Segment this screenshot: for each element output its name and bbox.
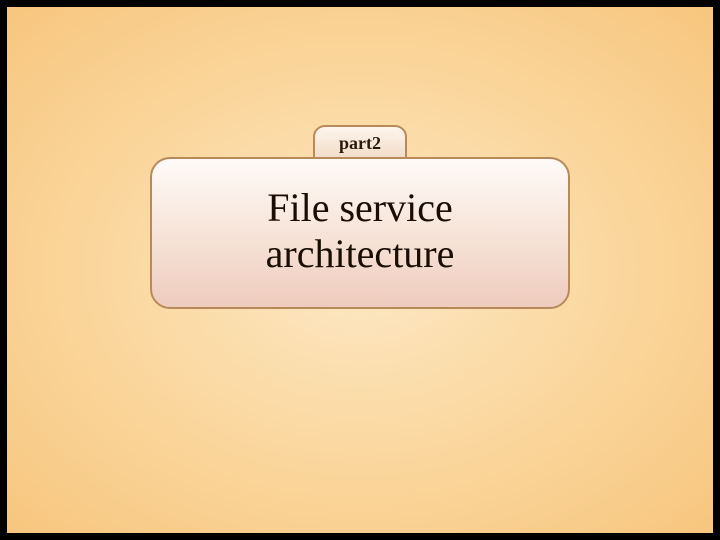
title-block: part2 File service architecture [150,157,570,309]
title-box: File service architecture [150,157,570,309]
slide-frame: part2 File service architecture [0,0,720,540]
slide-title: File service architecture [176,185,544,277]
section-tab-label: part2 [339,133,381,153]
